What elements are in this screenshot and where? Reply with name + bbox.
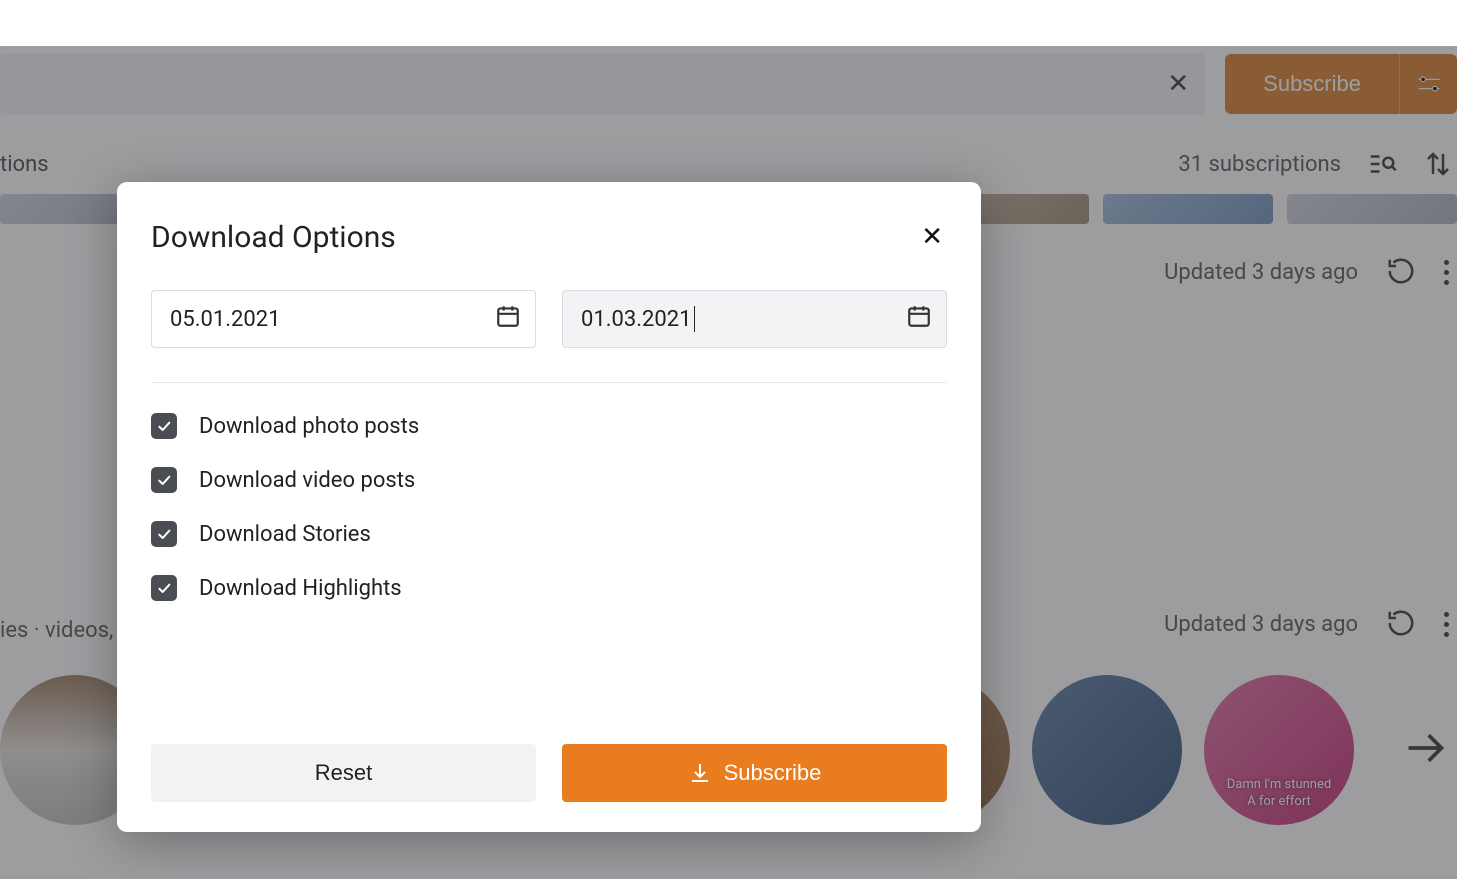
- more-button[interactable]: [1444, 260, 1449, 285]
- close-icon: ✕: [921, 222, 943, 252]
- reset-button[interactable]: Reset: [151, 744, 536, 802]
- check-icon: [156, 472, 172, 488]
- top-bar: ✕ Subscribe: [0, 46, 1457, 122]
- calendar-button-from[interactable]: [495, 303, 521, 335]
- highlight-item[interactable]: Damn I'm stunnedA for effort: [1204, 675, 1354, 825]
- divider: [151, 382, 947, 383]
- scroll-right-button[interactable]: [1403, 726, 1447, 774]
- date-from-field[interactable]: 05.01.2021: [151, 290, 536, 348]
- option-video-posts[interactable]: Download video posts: [151, 467, 947, 493]
- date-to-value: 01.03.2021: [581, 307, 692, 332]
- blank-header: [0, 0, 1457, 46]
- updated-label: Updated 3 days ago: [1164, 260, 1358, 285]
- list-search-icon: [1367, 149, 1397, 179]
- refresh-icon: [1386, 256, 1416, 286]
- option-label: Download photo posts: [199, 414, 419, 439]
- option-label: Download video posts: [199, 468, 415, 493]
- option-highlights[interactable]: Download Highlights: [151, 575, 947, 601]
- clear-icon[interactable]: ✕: [1167, 69, 1189, 99]
- subscribe-button-label: Subscribe: [724, 760, 822, 786]
- text-cursor: [694, 306, 695, 332]
- option-label: Download Highlights: [199, 576, 402, 601]
- date-from-value: 05.01.2021: [170, 307, 281, 332]
- refresh-icon: [1386, 608, 1416, 638]
- option-photo-posts[interactable]: Download photo posts: [151, 413, 947, 439]
- sort-button[interactable]: [1423, 149, 1453, 179]
- filter-left-fragment: tions: [0, 152, 49, 177]
- highlight-caption: Damn I'm stunnedA for effort: [1227, 777, 1331, 825]
- option-label: Download Stories: [199, 522, 371, 547]
- options-list: Download photo posts Download video post…: [151, 413, 947, 601]
- check-icon: [156, 580, 172, 596]
- more-button-2[interactable]: [1444, 612, 1449, 637]
- sort-icon: [1423, 149, 1453, 179]
- calendar-button-to[interactable]: [906, 303, 932, 335]
- item-2-label-fragment: ies · videos, s: [0, 618, 130, 643]
- search-list-button[interactable]: [1367, 149, 1397, 179]
- arrow-right-icon: [1403, 726, 1447, 770]
- refresh-button[interactable]: [1386, 256, 1416, 290]
- check-icon: [156, 526, 172, 542]
- checkbox-checked[interactable]: [151, 413, 177, 439]
- checkbox-checked[interactable]: [151, 521, 177, 547]
- checkbox-checked[interactable]: [151, 575, 177, 601]
- modal-title: Download Options: [151, 220, 396, 255]
- date-to-field[interactable]: 01.03.2021: [562, 290, 947, 348]
- highlight-item[interactable]: [1032, 675, 1182, 825]
- download-options-modal: Download Options ✕ 05.01.2021 01.03.2021: [117, 182, 981, 832]
- calendar-icon: [495, 303, 521, 329]
- subscribe-group: Subscribe: [1225, 54, 1457, 114]
- search-input[interactable]: ✕: [0, 53, 1205, 115]
- subscribe-button-top[interactable]: Subscribe: [1225, 54, 1399, 114]
- updated-label-2: Updated 3 days ago: [1164, 612, 1358, 637]
- option-stories[interactable]: Download Stories: [151, 521, 947, 547]
- check-icon: [156, 418, 172, 434]
- subscriptions-count: 31 subscriptions: [1178, 152, 1341, 177]
- sliders-icon: [1415, 70, 1443, 98]
- calendar-icon: [906, 303, 932, 329]
- checkbox-checked[interactable]: [151, 467, 177, 493]
- refresh-button-2[interactable]: [1386, 608, 1416, 642]
- subscribe-button-modal[interactable]: Subscribe: [562, 744, 947, 802]
- download-icon: [688, 761, 712, 785]
- modal-close-button[interactable]: ✕: [917, 218, 947, 256]
- settings-button-top[interactable]: [1399, 54, 1457, 114]
